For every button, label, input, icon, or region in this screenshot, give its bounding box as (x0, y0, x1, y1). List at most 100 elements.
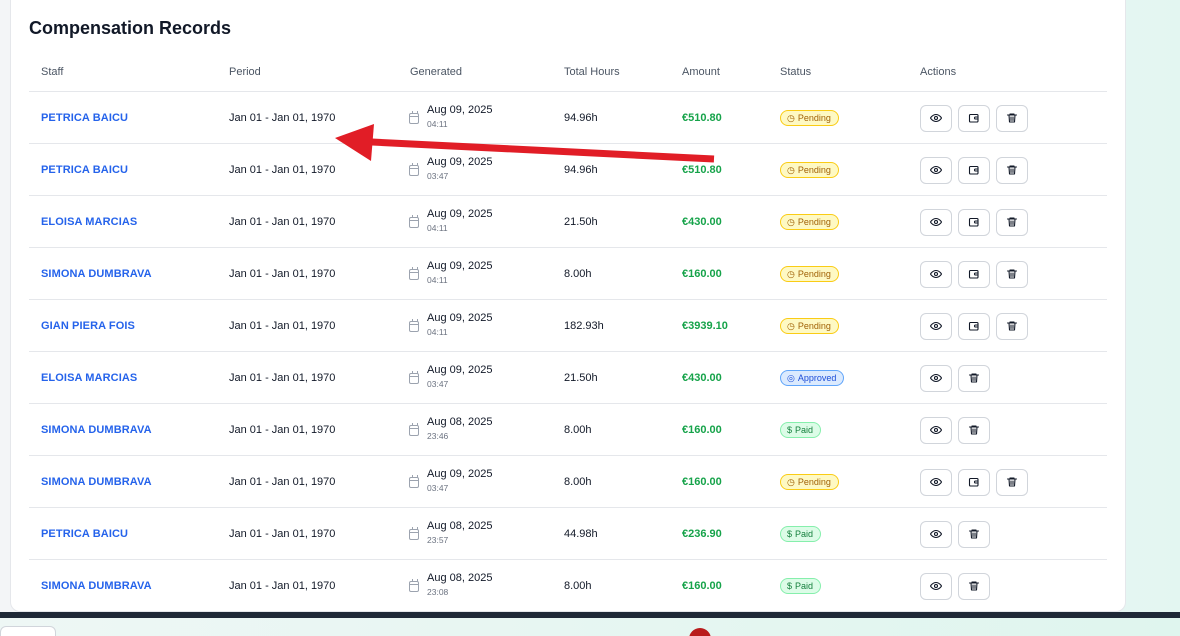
status-badge: $ Paid (780, 578, 822, 594)
status-label: Pending (797, 321, 831, 331)
view-button[interactable] (920, 520, 952, 548)
pay-button[interactable] (958, 104, 990, 132)
eye-icon (930, 424, 942, 436)
trash-icon (968, 580, 980, 592)
total-hours: 182.93h (564, 320, 604, 332)
period-text: Jan 01 - Jan 01, 1970 (229, 580, 336, 592)
staff-name-link[interactable]: ELOISA MARCIAS (41, 352, 137, 404)
view-button[interactable] (920, 416, 952, 444)
view-button[interactable] (920, 468, 952, 496)
staff-name-link[interactable]: SIMONA DUMBRAVA (41, 560, 152, 611)
staff-name-link[interactable]: PETRICA BAICU (41, 508, 128, 560)
actions-cell (920, 196, 1034, 248)
clock-icon: ◷ (787, 476, 795, 487)
period-text: Jan 01 - Jan 01, 1970 (229, 424, 336, 436)
staff-name-link[interactable]: PETRICA BAICU (41, 92, 128, 144)
amount: €236.90 (682, 528, 722, 540)
wallet-icon (968, 320, 980, 332)
period-text: Jan 01 - Jan 01, 1970 (229, 216, 336, 228)
delete-button[interactable] (996, 104, 1028, 132)
delete-button[interactable] (958, 364, 990, 392)
amount: €3939.10 (682, 320, 728, 332)
status-label: Paid (795, 581, 814, 591)
generated-date: Aug 09, 2025 (427, 363, 493, 376)
dollar-icon: $ (787, 581, 793, 591)
generated-time: 04:11 (427, 222, 448, 233)
status-label: Pending (797, 113, 831, 123)
generated-cell: Aug 09, 2025 03:47 (409, 456, 492, 508)
view-button[interactable] (920, 572, 952, 600)
bottom-tab[interactable] (0, 626, 56, 636)
table-row: SIMONA DUMBRAVA Jan 01 - Jan 01, 1970 Aug … (29, 560, 1107, 611)
view-button[interactable] (920, 312, 952, 340)
total-hours: 8.00h (564, 476, 592, 488)
calendar-icon (409, 370, 419, 384)
pay-button[interactable] (958, 312, 990, 340)
generated-time: 03:47 (427, 482, 449, 493)
column-header-staff[interactable]: Staff (41, 66, 63, 78)
view-button[interactable] (920, 260, 952, 288)
table-row: PETRICA BAICU Jan 01 - Jan 01, 1970 Aug 09… (29, 144, 1107, 196)
staff-name-link[interactable]: SIMONA DUMBRAVA (41, 456, 152, 508)
period-text: Jan 01 - Jan 01, 1970 (229, 320, 336, 332)
pay-button[interactable] (958, 468, 990, 496)
generated-time: 23:08 (427, 586, 449, 597)
calendar-icon (409, 578, 419, 592)
delete-button[interactable] (996, 260, 1028, 288)
generated-cell: Aug 09, 2025 04:11 (409, 248, 492, 300)
total-hours: 21.50h (564, 216, 598, 228)
wallet-icon (968, 112, 980, 124)
delete-button[interactable] (996, 312, 1028, 340)
table-header: Staff Period Generated Total Hours Amoun… (29, 56, 1107, 92)
status-label: Paid (795, 425, 814, 435)
status-badge: ◎ Approved (780, 370, 845, 386)
status-cell: ◷ Pending (780, 456, 839, 508)
delete-button[interactable] (958, 416, 990, 444)
generated-date: Aug 08, 2025 (427, 571, 493, 584)
total-hours: 94.96h (564, 112, 598, 124)
column-header-status[interactable]: Status (780, 66, 811, 78)
staff-name-link[interactable]: PETRICA BAICU (41, 144, 128, 196)
view-button[interactable] (920, 104, 952, 132)
delete-button[interactable] (996, 468, 1028, 496)
delete-button[interactable] (958, 520, 990, 548)
total-hours: 8.00h (564, 424, 592, 436)
delete-button[interactable] (958, 572, 990, 600)
column-header-amount[interactable]: Amount (682, 66, 720, 78)
generated-time: 04:11 (427, 118, 448, 129)
staff-name-link[interactable]: ELOISA MARCIAS (41, 196, 137, 248)
column-header-total-hours[interactable]: Total Hours (564, 66, 620, 78)
wallet-icon (968, 164, 980, 176)
staff-name-link[interactable]: SIMONA DUMBRAVA (41, 404, 152, 456)
generated-time: 23:46 (427, 430, 449, 441)
trash-icon (1006, 320, 1018, 332)
generated-cell: Aug 08, 2025 23:08 (409, 560, 493, 611)
staff-name-link[interactable]: SIMONA DUMBRAVA (41, 248, 152, 300)
status-cell: $ Paid (780, 404, 822, 456)
view-button[interactable] (920, 364, 952, 392)
pay-button[interactable] (958, 260, 990, 288)
delete-button[interactable] (996, 208, 1028, 236)
dollar-icon: $ (787, 425, 793, 435)
generated-time: 03:47 (427, 378, 449, 389)
column-header-generated[interactable]: Generated (410, 66, 462, 78)
calendar-icon (409, 318, 419, 332)
delete-button[interactable] (996, 156, 1028, 184)
staff-name-link[interactable]: GIAN PIERA FOIS (41, 300, 135, 352)
actions-cell (920, 300, 1034, 352)
view-button[interactable] (920, 156, 952, 184)
view-button[interactable] (920, 208, 952, 236)
eye-icon (930, 268, 942, 280)
clock-icon: ◷ (787, 216, 795, 227)
column-header-period[interactable]: Period (229, 66, 261, 78)
pay-button[interactable] (958, 208, 990, 236)
status-badge: ◷ Pending (780, 162, 839, 178)
eye-icon (930, 476, 942, 488)
wallet-icon (968, 476, 980, 488)
pay-button[interactable] (958, 156, 990, 184)
dollar-icon: $ (787, 529, 793, 539)
clock-icon: ◷ (787, 112, 795, 123)
generated-cell: Aug 09, 2025 04:11 (409, 300, 492, 352)
status-label: Approved (797, 373, 837, 383)
clock-icon: ◷ (787, 164, 795, 175)
